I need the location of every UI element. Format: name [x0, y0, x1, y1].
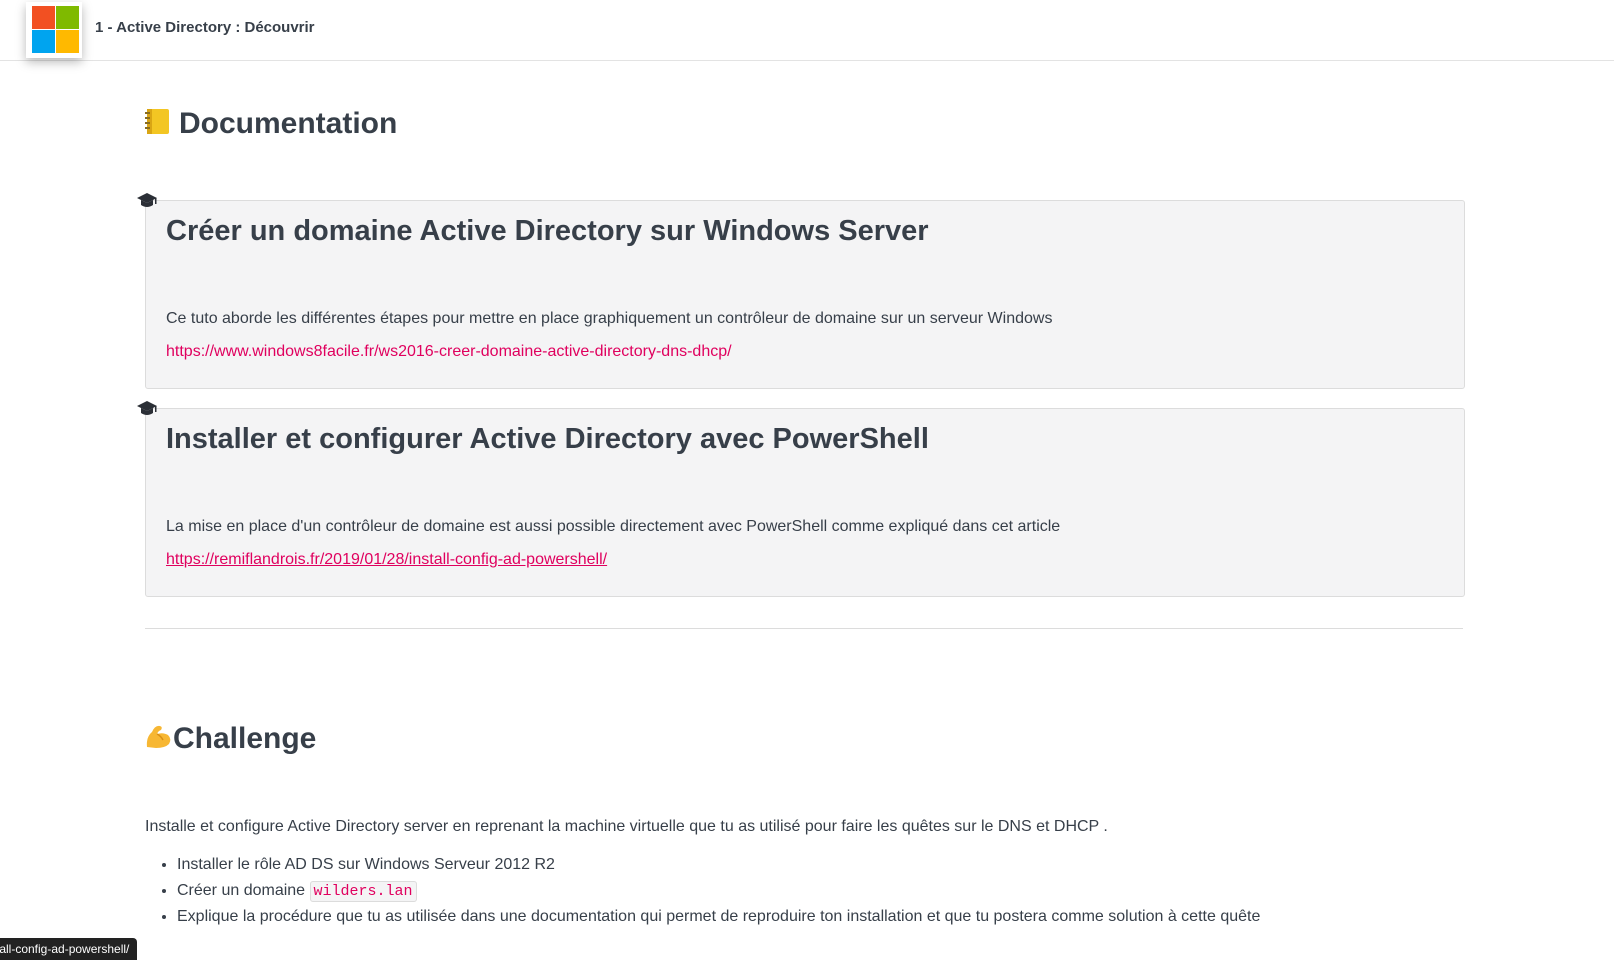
list-item: Installer le rôle AD DS sur Windows Serv…	[177, 852, 1260, 878]
list-item: Explique la procédure que tu as utilisée…	[177, 904, 1260, 930]
notebook-icon	[143, 106, 173, 144]
doc-card-link[interactable]: https://remiflandrois.fr/2019/01/28/inst…	[166, 551, 607, 569]
documentation-heading-text: Documentation	[179, 106, 398, 140]
challenge-heading-text: Challenge	[173, 721, 317, 755]
task-text: Créer un domaine	[177, 882, 310, 899]
graduation-cap-icon	[137, 401, 157, 415]
section-divider	[145, 628, 1463, 629]
doc-card-title: Installer et configurer Active Directory…	[166, 423, 929, 455]
list-item: Créer un domaine wilders.lan	[177, 878, 1260, 904]
challenge-heading: Challenge	[143, 721, 316, 759]
windows-logo-icon	[32, 6, 80, 54]
task-text: Explique la procédure que tu as utilisée…	[177, 908, 1261, 925]
doc-card-link[interactable]: https://www.windows8facile.fr/ws2016-cre…	[166, 343, 732, 361]
doc-card-2: Installer et configurer Active Directory…	[137, 401, 1465, 597]
flexed-biceps-icon	[143, 721, 173, 759]
link-preview-statusbar: tall-config-ad-powershell/	[0, 938, 138, 960]
top-bar: 1 - Active Directory : Découvrir	[0, 0, 1614, 61]
page-title: 1 - Active Directory : Découvrir	[95, 19, 315, 36]
doc-card-description: Ce tuto aborde les différentes étapes po…	[166, 310, 1053, 327]
domain-code: wilders.lan	[309, 881, 417, 902]
doc-card-1: Créer un domaine Active Directory sur Wi…	[137, 193, 1465, 389]
challenge-task-list: Installer le rôle AD DS sur Windows Serv…	[145, 852, 1260, 930]
statusbar-url: tall-config-ad-powershell/	[0, 942, 130, 956]
graduation-cap-icon	[137, 193, 157, 207]
doc-card-description: La mise en place d'un contrôleur de doma…	[166, 518, 1061, 535]
windows-logo[interactable]	[26, 2, 82, 58]
task-text: Installer le rôle AD DS sur Windows Serv…	[177, 856, 555, 873]
challenge-intro: Installe et configure Active Directory s…	[145, 818, 1108, 835]
documentation-heading: Documentation	[143, 106, 397, 144]
doc-card-title: Créer un domaine Active Directory sur Wi…	[166, 215, 929, 247]
